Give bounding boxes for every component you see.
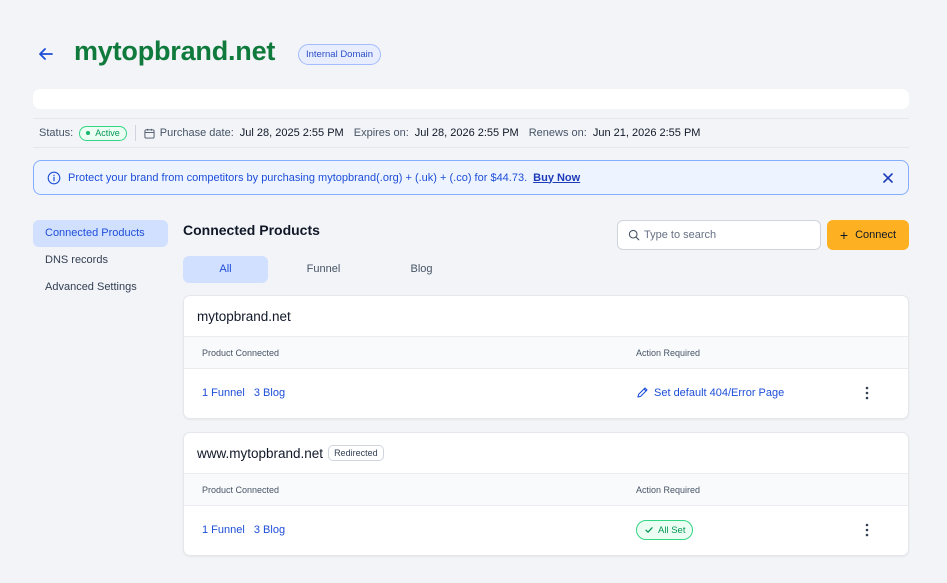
card-domain: mytopbrand.net (197, 308, 291, 324)
table-row: 1 Funnel 3 Blog Set default 404/Error Pa… (184, 369, 908, 418)
buy-now-link[interactable]: Buy Now (533, 172, 580, 184)
funnel-link[interactable]: 1 Funnel (202, 387, 245, 399)
search-input[interactable] (644, 229, 814, 241)
banner-text: Protect your brand from competitors by p… (68, 171, 528, 184)
table-row: 1 Funnel 3 Blog All Set (184, 506, 908, 555)
top-bar (33, 89, 909, 109)
purchase-date-label: Purchase date: (159, 127, 234, 139)
more-options-icon[interactable] (862, 385, 872, 401)
col-product-connected: Product Connected (202, 348, 280, 358)
section-title: Connected Products (183, 222, 320, 238)
status-value: Active (95, 128, 120, 138)
pencil-icon (637, 387, 648, 398)
status-row: Status: Active Purchase date: Jul 28, 20… (33, 118, 909, 148)
table-header: Product Connected Action Required (184, 336, 908, 369)
expires-label: Expires on: (353, 127, 409, 139)
redirected-badge: Redirected (328, 445, 384, 461)
internal-domain-badge: Internal Domain (298, 44, 382, 65)
card-header: www.mytopbrand.net Redirected (184, 433, 908, 473)
status-dot-icon (86, 131, 91, 135)
tab-all[interactable]: All (183, 256, 268, 283)
tab-funnel[interactable]: Funnel (281, 256, 366, 283)
col-product-connected: Product Connected (202, 485, 280, 495)
sidebar-item-dns-records[interactable]: DNS records (33, 247, 168, 274)
sidebar-item-advanced-settings[interactable]: Advanced Settings (33, 274, 168, 301)
all-set-badge: All Set (636, 520, 694, 540)
upsell-banner: Protect your brand from competitors by p… (33, 160, 909, 195)
back-arrow-icon[interactable] (36, 44, 56, 64)
domain-card: www.mytopbrand.net Redirected Product Co… (183, 432, 909, 556)
all-set-label: All Set (658, 524, 686, 536)
expires-value: Jul 28, 2026 2:55 PM (414, 127, 519, 139)
purchase-date-value: Jul 28, 2025 2:55 PM (239, 127, 344, 139)
check-icon (645, 527, 653, 533)
info-icon (47, 171, 61, 184)
action-label: Set default 404/Error Page (654, 386, 785, 399)
domain-card: mytopbrand.net Product Connected Action … (183, 295, 909, 419)
blog-link[interactable]: 3 Blog (254, 524, 285, 536)
renews-label: Renews on: (528, 127, 587, 139)
filter-tabs: All Funnel Blog (183, 256, 477, 283)
sidebar-item-connected-products[interactable]: Connected Products (33, 220, 168, 247)
search-icon (628, 229, 640, 241)
close-icon[interactable] (881, 171, 895, 185)
sidebar: Connected Products DNS records Advanced … (33, 220, 168, 301)
card-header: mytopbrand.net (184, 296, 908, 336)
card-domain: www.mytopbrand.net (197, 445, 324, 461)
blog-link[interactable]: 3 Blog (254, 387, 285, 399)
status-label: Status: (39, 127, 74, 139)
col-action-required: Action Required (636, 485, 701, 495)
set-error-page-link[interactable]: Set default 404/Error Page (636, 386, 784, 399)
funnel-link[interactable]: 1 Funnel (202, 524, 245, 536)
more-options-icon[interactable] (862, 522, 872, 538)
connect-button[interactable]: + Connect (827, 220, 909, 250)
col-action-required: Action Required (636, 348, 701, 358)
status-badge: Active (79, 125, 127, 141)
calendar-icon (144, 128, 155, 139)
connect-label: Connect (855, 229, 897, 241)
divider (134, 125, 136, 141)
search-box[interactable] (617, 220, 821, 250)
table-header: Product Connected Action Required (184, 473, 908, 506)
plus-icon: + (839, 227, 849, 243)
page-title: mytopbrand.net (74, 36, 276, 66)
tab-blog[interactable]: Blog (379, 256, 464, 283)
renews-value: Jun 21, 2026 2:55 PM (592, 127, 701, 139)
